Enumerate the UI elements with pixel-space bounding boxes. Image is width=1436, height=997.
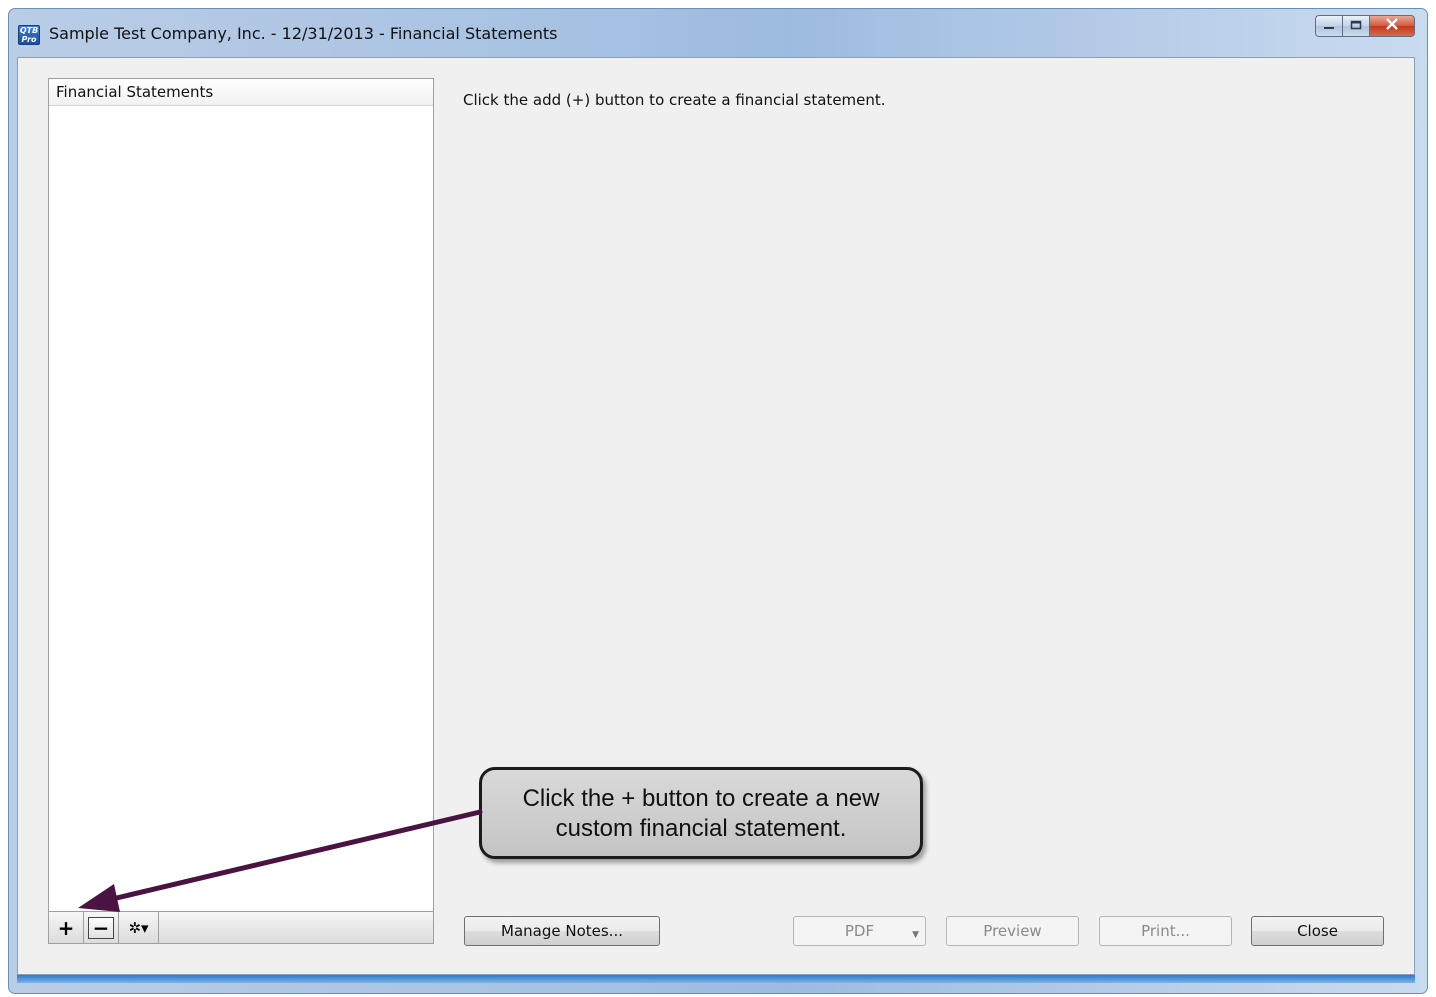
window-controls	[1315, 15, 1415, 37]
minimize-button[interactable]	[1315, 15, 1342, 37]
list-column-header[interactable]: Financial Statements	[49, 79, 433, 106]
pdf-button-label: PDF	[844, 922, 875, 940]
minus-icon: −	[88, 916, 114, 940]
maximize-icon	[1350, 20, 1362, 33]
close-window-button[interactable]	[1369, 15, 1415, 37]
list-toolbar: + − ✲▾	[48, 912, 434, 944]
remove-statement-button[interactable]: −	[84, 912, 119, 943]
callout-line-1: Click the + button to create a new	[522, 785, 880, 812]
close-button[interactable]: Close	[1251, 916, 1384, 946]
annotation-callout: Click the + button to create a new custo…	[479, 767, 923, 859]
callout-line-2: custom financial statement.	[555, 815, 847, 842]
manage-notes-button[interactable]: Manage Notes...	[464, 916, 660, 946]
plus-icon: +	[57, 915, 75, 940]
preview-button[interactable]: Preview	[946, 916, 1079, 946]
minimize-icon	[1323, 20, 1335, 33]
financial-statements-list[interactable]: Financial Statements	[48, 78, 434, 912]
gear-menu-button[interactable]: ✲▾	[119, 912, 159, 943]
title-bar[interactable]: QTB Pro Sample Test Company, Inc. - 12/3…	[9, 9, 1427, 57]
close-icon	[1385, 18, 1399, 34]
window-bottom-border	[17, 975, 1415, 983]
app-icon[interactable]: QTB Pro	[18, 25, 40, 45]
gear-icon: ✲▾	[128, 918, 149, 937]
maximize-button[interactable]	[1342, 15, 1369, 37]
window-title: Sample Test Company, Inc. - 12/31/2013 -…	[49, 24, 558, 43]
chevron-down-icon: ▼	[912, 930, 919, 940]
print-button[interactable]: Print...	[1099, 916, 1232, 946]
pdf-button[interactable]: PDF ▼	[793, 916, 926, 946]
instruction-text: Click the add (+) button to create a fin…	[463, 91, 886, 109]
add-statement-button[interactable]: +	[49, 912, 84, 943]
